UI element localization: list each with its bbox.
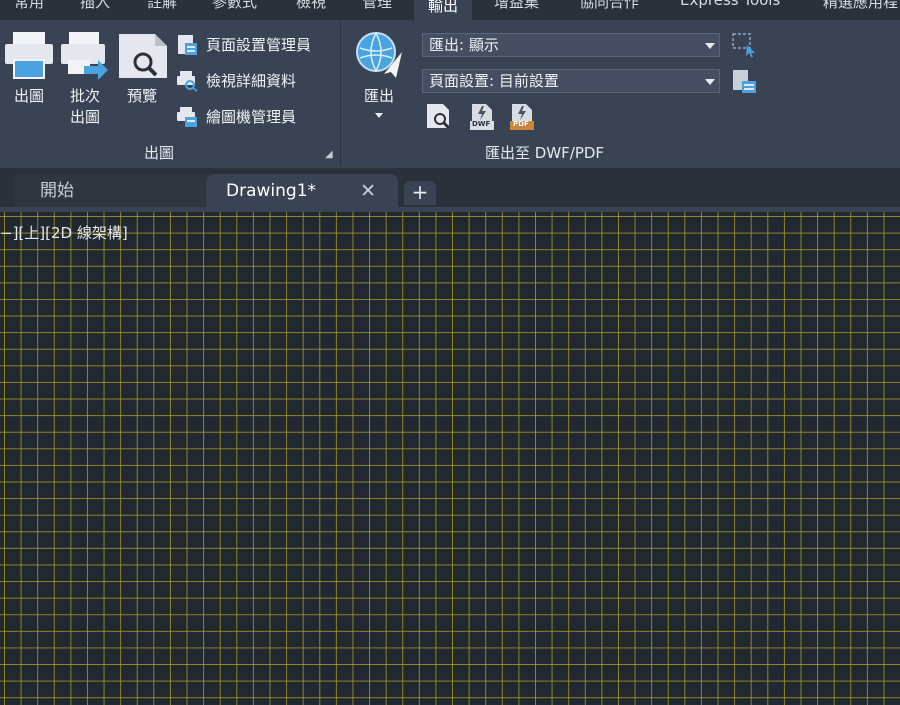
export-dropdown-arrow-icon[interactable] (375, 113, 383, 118)
plot-panel-title: 出圖 (144, 144, 175, 162)
tab-collaborate[interactable]: 協同合作 (579, 0, 639, 12)
export-dropdown-value: 匯出: 顯示 (429, 36, 499, 54)
page-setup-dropdown-value: 頁面設置: 目前設置 (429, 72, 559, 90)
batch-plot-label-line2: 出圖 (69, 108, 100, 126)
page-setup-override-icon[interactable] (732, 69, 758, 95)
batch-plot-label-line1: 批次 (69, 87, 100, 105)
tab-start[interactable]: 開始 (14, 174, 214, 208)
preview-magnifier-icon (119, 34, 167, 78)
export-panel-title: 匯出至 DWF/PDF (485, 144, 605, 162)
plot-button[interactable] (4, 30, 54, 82)
view-details-button[interactable]: 檢視詳細資料 (206, 70, 296, 91)
export-button[interactable] (354, 30, 404, 84)
tab-drawing1[interactable]: Drawing1* ✕ (206, 174, 398, 208)
pdf-badge: PDF (513, 120, 529, 128)
tab-annotate[interactable]: 註解 (147, 0, 177, 12)
panel-divider (340, 22, 341, 166)
export-label: 匯出 (363, 87, 394, 105)
tab-addins[interactable]: 增益集 (494, 0, 539, 12)
plotter-manager-button[interactable]: 繪圖機管理員 (206, 106, 296, 127)
preview-label: 預覽 (126, 87, 157, 105)
dwf-export-icon[interactable]: DWF (468, 103, 496, 131)
tab-insert[interactable]: 插入 (80, 0, 110, 12)
page-setup-manager-button[interactable]: 頁面設置管理員 (206, 34, 311, 55)
export-preview-icon[interactable] (426, 103, 452, 130)
tab-featured-apps[interactable]: 精選應用程 (823, 0, 898, 12)
new-tab-button[interactable]: + (404, 181, 436, 205)
tab-parametric[interactable]: 參數式 (212, 0, 257, 12)
tab-view[interactable]: 檢視 (296, 0, 326, 12)
tab-start-label: 開始 (40, 181, 74, 201)
printer-icon (5, 32, 53, 79)
preview-button[interactable] (118, 32, 168, 80)
drawing-canvas[interactable] (0, 212, 900, 705)
tab-home[interactable]: 常用 (14, 0, 44, 12)
chevron-down-icon (705, 43, 715, 49)
tab-manage[interactable]: 管理 (362, 0, 392, 12)
batch-printer-icon (61, 32, 108, 80)
viewport-controls-label[interactable]: −][上][2D 線架構] (0, 222, 128, 243)
close-icon[interactable]: ✕ (360, 174, 376, 208)
dwf-badge: DWF (472, 120, 491, 128)
batch-plot-button[interactable] (60, 30, 110, 82)
page-setup-dropdown[interactable]: 頁面設置: 目前設置 (422, 69, 720, 93)
ribbon-tab-strip: 常用 插入 註解 參數式 檢視 管理 輸出 增益集 協同合作 Express T… (0, 0, 900, 20)
panel-launcher-icon[interactable]: ◢ (325, 149, 333, 160)
chevron-down-icon (705, 79, 715, 85)
plot-label: 出圖 (13, 87, 44, 105)
tab-output[interactable]: 輸出 (414, 0, 473, 20)
window-select-icon[interactable] (732, 33, 758, 59)
plotter-manager-icon (176, 106, 198, 128)
globe-arrow-icon (356, 32, 402, 78)
page-setup-manager-icon (176, 34, 198, 56)
pdf-export-icon[interactable]: PDF (508, 103, 536, 131)
export-dropdown[interactable]: 匯出: 顯示 (422, 33, 720, 57)
tab-express-tools[interactable]: Express Tools (680, 0, 780, 9)
tab-drawing1-label: Drawing1* (226, 181, 317, 201)
view-details-icon (176, 70, 198, 92)
